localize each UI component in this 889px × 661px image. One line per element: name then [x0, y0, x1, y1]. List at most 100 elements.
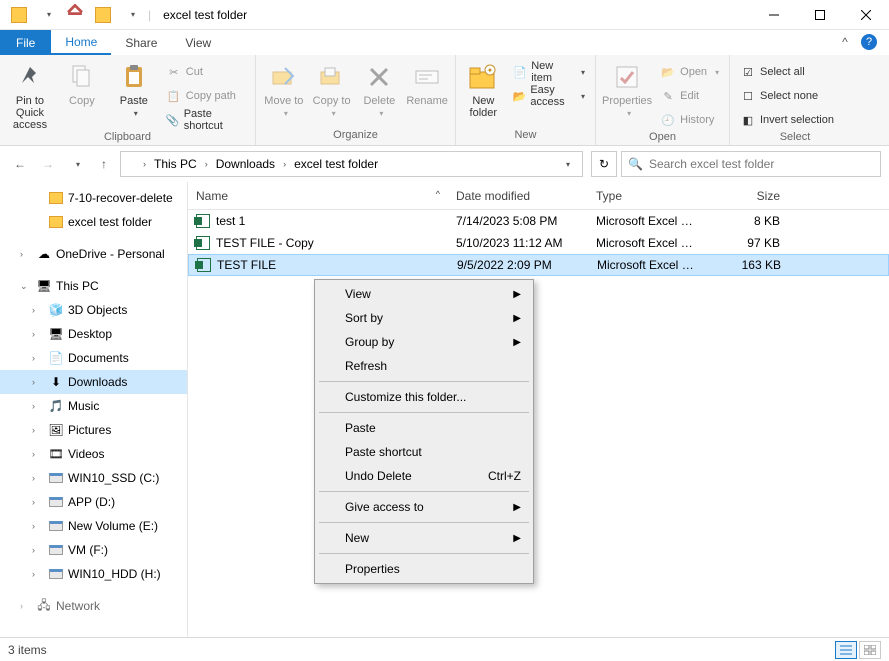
chevron-right-icon[interactable]: ›	[141, 159, 148, 169]
view-details-button[interactable]	[835, 641, 857, 659]
new-folder-button[interactable]: ✦ New folder	[462, 57, 505, 119]
tree-item-drive[interactable]: ›New Volume (E:)	[0, 514, 187, 538]
folder-icon	[8, 4, 30, 26]
qat-overflow[interactable]: ▾	[120, 4, 142, 26]
tree-item-drive[interactable]: ›WIN10_HDD (H:)	[0, 562, 187, 586]
music-icon: 🎵	[48, 398, 64, 414]
address-bar[interactable]: › This PC › Downloads › excel test folde…	[120, 151, 583, 177]
tree-item-thispc[interactable]: ⌄🖥This PC	[0, 274, 187, 298]
view-tab[interactable]: View	[171, 30, 225, 55]
copy-to-button[interactable]: Copy to▾	[310, 57, 354, 118]
ctx-undo-delete[interactable]: Undo DeleteCtrl+Z	[317, 464, 531, 488]
file-row[interactable]: TEST FILE 9/5/2022 2:09 PM Microsoft Exc…	[188, 254, 889, 276]
tree-item-drive[interactable]: ›VM (F:)	[0, 538, 187, 562]
up-button[interactable]: ↑	[92, 152, 116, 176]
tree-item-drive[interactable]: ›WIN10_SSD (C:)	[0, 466, 187, 490]
paste-shortcut-button[interactable]: 📎Paste shortcut	[162, 109, 249, 131]
tree-item-drive[interactable]: ›APP (D:)	[0, 490, 187, 514]
qat-dropdown[interactable]: ▾	[36, 4, 58, 26]
file-row[interactable]: TEST FILE - Copy 5/10/2023 11:12 AM Micr…	[188, 232, 889, 254]
view-large-icons-button[interactable]	[859, 641, 881, 659]
maximize-button[interactable]	[797, 0, 843, 30]
select-all-button[interactable]: ☑Select all	[736, 61, 838, 83]
tree-item[interactable]: ›📄Documents	[0, 346, 187, 370]
copy-path-icon: 📋	[166, 88, 182, 104]
select-none-button[interactable]: ☐Select none	[736, 85, 838, 107]
ctx-paste-shortcut[interactable]: Paste shortcut	[317, 440, 531, 464]
onedrive-icon: ☁	[36, 246, 52, 262]
recent-dropdown[interactable]: ▾	[64, 152, 88, 176]
copy-button[interactable]: Copy	[58, 57, 106, 107]
easy-access-button[interactable]: 📂Easy access▾	[509, 85, 589, 107]
file-list[interactable]: Name ^ Date modified Type Size test 1 7/…	[188, 182, 889, 637]
ribbon-expand-icon[interactable]: ^	[833, 30, 857, 54]
properties-button[interactable]: Properties▾	[602, 57, 652, 118]
ctx-give-access[interactable]: Give access to▶	[317, 495, 531, 519]
navigation-tree[interactable]: 7-10-recover-delete excel test folder ›☁…	[0, 182, 188, 637]
edit-button[interactable]: ✎Edit	[656, 85, 723, 107]
column-header-type[interactable]: Type	[588, 189, 708, 203]
chevron-right-icon[interactable]: ›	[203, 159, 210, 169]
crumb-this-pc[interactable]: This PC	[150, 157, 201, 171]
documents-icon: 📄	[48, 350, 64, 366]
file-row[interactable]: test 1 7/14/2023 5:08 PM Microsoft Excel…	[188, 210, 889, 232]
qat-properties-icon[interactable]	[64, 4, 86, 26]
help-button[interactable]: ?	[857, 30, 881, 54]
context-menu: View▶ Sort by▶ Group by▶ Refresh Customi…	[314, 279, 534, 584]
tree-item[interactable]: 7-10-recover-delete	[0, 186, 187, 210]
downloads-icon: ⬇	[48, 374, 64, 390]
column-header-name[interactable]: Name ^	[188, 189, 448, 203]
tree-item[interactable]: ›🖼Pictures	[0, 418, 187, 442]
crumb-current[interactable]: excel test folder	[290, 157, 382, 171]
tree-item-onedrive[interactable]: ›☁OneDrive - Personal	[0, 242, 187, 266]
share-tab[interactable]: Share	[111, 30, 171, 55]
ctx-refresh[interactable]: Refresh	[317, 354, 531, 378]
minimize-button[interactable]	[751, 0, 797, 30]
properties-icon	[611, 61, 643, 93]
copy-path-button[interactable]: 📋Copy path	[162, 85, 249, 107]
tree-item[interactable]: ›🎵Music	[0, 394, 187, 418]
home-tab[interactable]: Home	[51, 30, 111, 55]
back-button[interactable]: ←	[8, 152, 32, 176]
search-input[interactable]: 🔍 Search excel test folder	[621, 151, 881, 177]
new-folder-icon: ✦	[467, 61, 499, 93]
group-label: Clipboard	[6, 131, 249, 145]
rename-button[interactable]: Rename	[405, 57, 449, 107]
tree-item-network[interactable]: ›🖧Network	[0, 594, 187, 618]
open-button[interactable]: 📂Open▾	[656, 61, 723, 83]
ctx-new[interactable]: New▶	[317, 526, 531, 550]
paste-shortcut-icon: 📎	[166, 112, 180, 128]
tree-item[interactable]: excel test folder	[0, 210, 187, 234]
ctx-view[interactable]: View▶	[317, 282, 531, 306]
ctx-customize[interactable]: Customize this folder...	[317, 385, 531, 409]
column-header-size[interactable]: Size	[708, 189, 788, 203]
ctx-paste[interactable]: Paste	[317, 416, 531, 440]
crumb-downloads[interactable]: Downloads	[212, 157, 279, 171]
forward-button[interactable]: →	[36, 152, 60, 176]
refresh-button[interactable]: ↻	[591, 151, 617, 177]
column-header-date[interactable]: Date modified	[448, 189, 588, 203]
tree-item[interactable]: ›🧊3D Objects	[0, 298, 187, 322]
ctx-properties[interactable]: Properties	[317, 557, 531, 581]
history-icon: 🕘	[660, 112, 676, 128]
paste-button[interactable]: Paste ▾	[110, 57, 158, 118]
invert-selection-button[interactable]: ◧Invert selection	[736, 109, 838, 131]
computer-icon: 🖥	[36, 278, 52, 294]
tree-item[interactable]: ›🖥Desktop	[0, 322, 187, 346]
history-button[interactable]: 🕘History	[656, 109, 723, 131]
delete-button[interactable]: Delete▾	[358, 57, 402, 118]
chevron-right-icon[interactable]: ›	[281, 159, 288, 169]
paste-icon	[118, 61, 150, 93]
address-dropdown[interactable]: ▾	[554, 152, 578, 176]
file-tab[interactable]: File	[0, 30, 51, 55]
move-to-button[interactable]: Move to▾	[262, 57, 306, 118]
cut-button[interactable]: ✂Cut	[162, 61, 249, 83]
ctx-groupby[interactable]: Group by▶	[317, 330, 531, 354]
ctx-sortby[interactable]: Sort by▶	[317, 306, 531, 330]
new-item-button[interactable]: 📄New item▾	[509, 61, 589, 83]
pin-quick-access-button[interactable]: Pin to Quick access	[6, 57, 54, 131]
close-button[interactable]	[843, 0, 889, 30]
tree-item-downloads[interactable]: ›⬇Downloads	[0, 370, 187, 394]
tree-item[interactable]: ›🎞Videos	[0, 442, 187, 466]
videos-icon: 🎞	[48, 446, 64, 462]
